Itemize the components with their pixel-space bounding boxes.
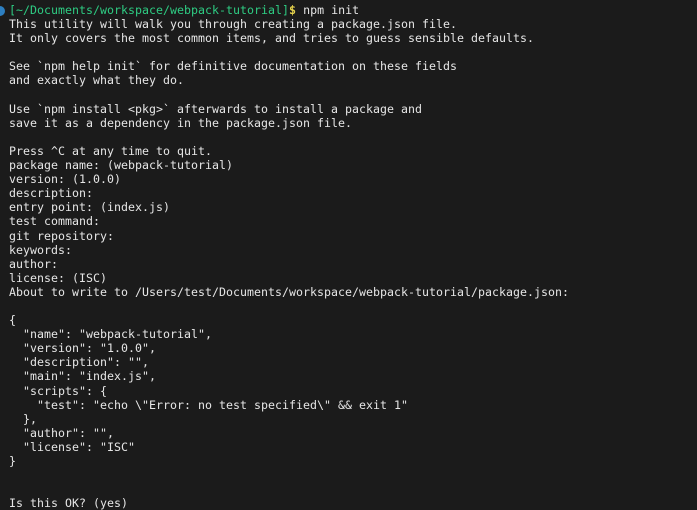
prompt-path: ~/Documents/workspace/webpack-tutorial (16, 3, 283, 17)
terminal-output-line: license: (ISC) (9, 270, 108, 285)
terminal-output-line: version: (1.0.0) (9, 172, 122, 187)
terminal-output-line: Use `npm install <pkg>` afterwards to in… (9, 101, 423, 116)
terminal-output-line: "description": "", (9, 355, 150, 370)
terminal-output-line: "license": "ISC" (9, 439, 136, 454)
terminal-output-line: "test": "echo \"Error: no test specified… (9, 397, 409, 412)
terminal-output-line: description: (9, 186, 94, 201)
terminal-output-line: "author": "", (9, 425, 115, 440)
terminal-output-line: "scripts": { (9, 383, 108, 398)
terminal-output-line: git repository: (9, 228, 115, 243)
terminal-output-line: This utility will walk you through creat… (9, 17, 458, 32)
terminal-output-line: }, (9, 411, 38, 426)
terminal-output-line: Is this OK? (yes) (9, 496, 129, 510)
terminal-output-line: package name: (webpack-tutorial) (9, 158, 234, 173)
terminal-output-line: { (9, 313, 17, 328)
terminal-output-line: "version": "1.0.0", (9, 341, 157, 356)
terminal-output-line: and exactly what they do. (9, 73, 185, 88)
terminal-output-line: save it as a dependency in the package.j… (9, 115, 353, 130)
terminal-output-line: It only covers the most common items, an… (9, 31, 535, 46)
terminal-output: This utility will walk you through creat… (0, 17, 697, 510)
terminal-output-line: } (9, 454, 17, 468)
terminal-output-line: About to write to /Users/test/Documents/… (9, 284, 570, 299)
shell-prompt-line: [~/Documents/workspace/webpack-tutorial]… (0, 3, 697, 17)
prompt-indicator-icon (0, 6, 5, 16)
terminal-output-line: author: (9, 256, 59, 271)
terminal-output-line: Press ^C at any time to quit. (9, 143, 213, 158)
prompt-command-text: npm init (296, 3, 360, 17)
terminal-window[interactable]: [~/Documents/workspace/webpack-tutorial]… (0, 0, 697, 510)
terminal-output-line: "name": "webpack-tutorial", (9, 327, 213, 342)
prompt-close-bracket: ] (282, 3, 290, 17)
terminal-output-line: "main": "index.js", (9, 369, 157, 384)
prompt-dollar-symbol: $ (289, 3, 297, 17)
prompt-open-bracket: [ (9, 3, 17, 17)
terminal-output-line: test command: (9, 214, 101, 229)
terminal-output-line: See `npm help init` for definitive docum… (9, 59, 458, 74)
terminal-output-line: keywords: (9, 242, 73, 257)
terminal-output-line: entry point: (index.js) (9, 200, 171, 215)
